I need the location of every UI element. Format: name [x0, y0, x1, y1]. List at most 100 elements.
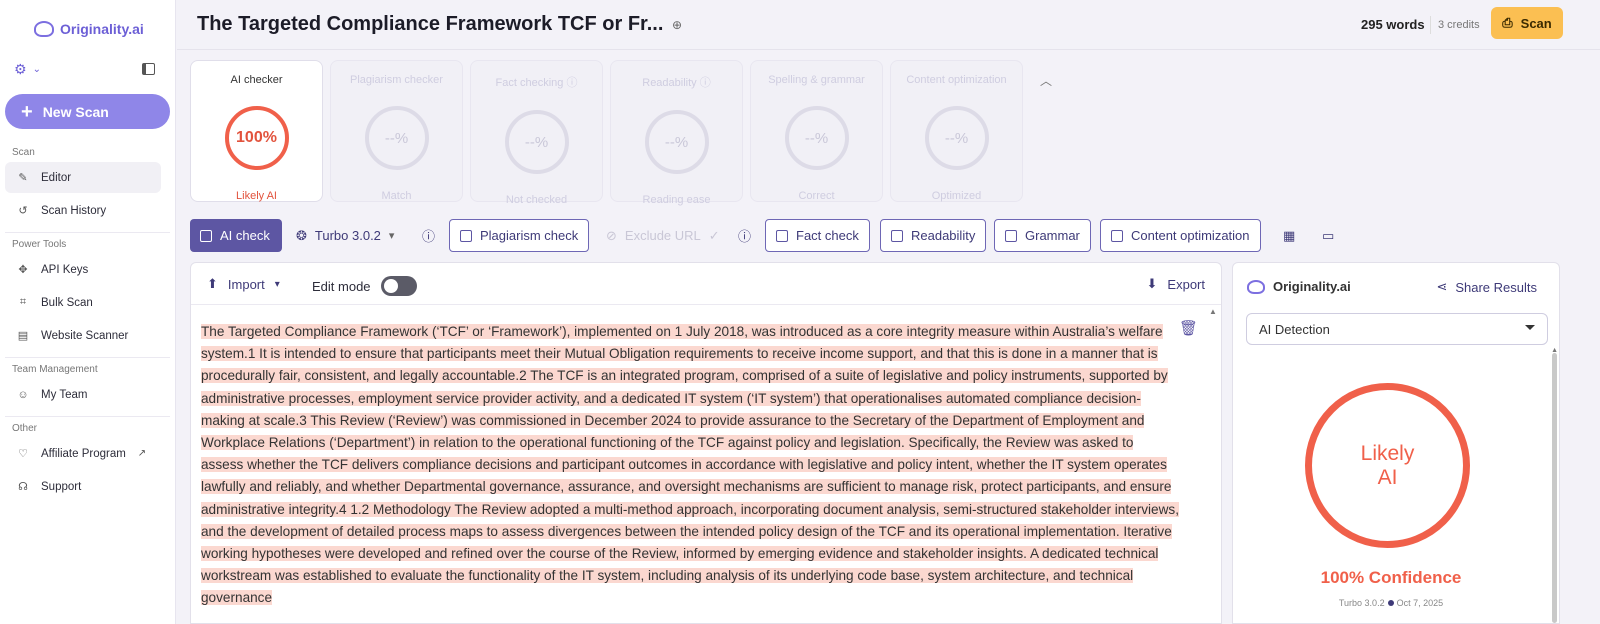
- divider: [5, 416, 170, 417]
- card-title: Fact checking ⓘ: [495, 77, 578, 89]
- trash-icon[interactable]: 🗑: [1179, 319, 1198, 337]
- history-icon: ↺: [18, 205, 28, 217]
- results-panel: Originality.ai ⋖ Share Results AI Detect…: [1232, 262, 1560, 624]
- card-title: Readability ⓘ: [642, 77, 711, 89]
- plagiarism-check-toggle[interactable]: Plagiarism check: [449, 219, 590, 252]
- editor-header: ⬆ Import ▾ Edit mode ⬇ Export: [191, 263, 1221, 305]
- card-fact-checking[interactable]: Fact checking ⓘ --% Not checked: [470, 60, 603, 206]
- divider: [5, 357, 170, 358]
- checkbox-icon: [1111, 229, 1123, 242]
- section-label-power-tools: Power Tools: [12, 239, 67, 250]
- card-title: AI checker: [230, 74, 283, 86]
- collapse-sidebar-icon[interactable]: [142, 63, 155, 75]
- external-link-icon: ↗: [137, 448, 147, 459]
- chevron-up-icon[interactable]: ︿: [1040, 72, 1052, 89]
- model-select[interactable]: ❂ Turbo 3.0.2 ▾: [296, 219, 394, 252]
- card-status: Reading ease: [642, 194, 711, 206]
- sidebar-item-label: Editor: [41, 171, 72, 184]
- brand-logo[interactable]: Originality.ai: [0, 0, 175, 44]
- card-status: Optimized: [931, 190, 982, 202]
- card-status: Not checked: [505, 194, 568, 206]
- heart-icon: ♡: [18, 448, 28, 460]
- info-icon[interactable]: ⓘ: [738, 219, 751, 252]
- sidebar-item-website-scanner[interactable]: ▤ Website Scanner: [5, 320, 161, 351]
- word-count: 295 words: [1361, 17, 1425, 32]
- fact-check-toggle[interactable]: Fact check: [765, 219, 870, 252]
- sidebar-item-label: Scan History: [41, 204, 107, 217]
- ai-check-toggle[interactable]: AI check: [190, 219, 282, 252]
- card-content-optimization[interactable]: Content optimization --% Optimized: [890, 60, 1023, 202]
- exclude-url-toggle[interactable]: ⊘ Exclude URL ✓: [606, 219, 720, 252]
- caret-down-icon: [1525, 325, 1535, 330]
- share-results-button[interactable]: ⋖ Share Results: [1436, 279, 1537, 295]
- checkbox-icon: [776, 229, 788, 242]
- settings-row: ⚙ ⌄: [0, 44, 175, 84]
- sidebar-item-affiliate-program[interactable]: ♡ Affiliate Program ↗: [5, 438, 161, 469]
- detection-type-select[interactable]: AI Detection: [1246, 313, 1548, 345]
- sidebar: Originality.ai ⚙ ⌄ + New Scan Scan ✎ Edit…: [0, 0, 176, 624]
- settings-dropdown[interactable]: ⚙ ⌄: [14, 61, 41, 78]
- calendar-icon[interactable]: ▦: [1283, 219, 1295, 252]
- card-status: Likely AI: [236, 190, 277, 202]
- brain-logo-icon: [34, 21, 54, 37]
- sidebar-item-label: Website Scanner: [41, 329, 129, 342]
- card-plagiarism-checker[interactable]: Plagiarism checker --% Match: [330, 60, 463, 202]
- content-optimization-label: Content optimization: [1131, 228, 1250, 243]
- content-optimization-toggle[interactable]: Content optimization: [1100, 219, 1261, 252]
- info-icon[interactable]: ⓘ: [422, 219, 435, 252]
- scroll-up-arrow[interactable]: ▲: [1209, 307, 1217, 316]
- sidebar-item-scan-history[interactable]: ↺ Scan History: [5, 195, 161, 226]
- sidebar-item-label: My Team: [41, 388, 88, 401]
- card-spelling-grammar[interactable]: Spelling & grammar --% Correct: [750, 60, 883, 202]
- readability-toggle[interactable]: Readability: [880, 219, 987, 252]
- caret-down-icon: ▾: [388, 230, 395, 242]
- new-scan-label: New Scan: [42, 103, 109, 120]
- card-title: Plagiarism checker: [350, 74, 443, 86]
- score-ring: --%: [784, 106, 849, 170]
- sidebar-item-support[interactable]: ☊ Support: [5, 471, 161, 502]
- model-version: Turbo 3.0.2: [1338, 598, 1385, 608]
- document-text[interactable]: The Targeted Compliance Framework (‘TCF’…: [201, 321, 1179, 610]
- scrollbar[interactable]: [1552, 353, 1557, 623]
- download-icon: ⬇: [1146, 276, 1158, 291]
- card-ai-checker[interactable]: AI checker 100% Likely AI: [190, 60, 323, 202]
- card-status: Match: [381, 190, 412, 202]
- page-title[interactable]: The Targeted Compliance Framework TCF or…: [197, 13, 663, 36]
- brain-logo-icon: [1247, 279, 1265, 294]
- scan-button[interactable]: ⎙ Scan: [1491, 7, 1563, 39]
- bulk-scan-icon: ⌗: [19, 296, 27, 308]
- grammar-label: Grammar: [1025, 228, 1080, 243]
- import-dropdown[interactable]: ⬆ Import ▾: [207, 276, 280, 292]
- export-button[interactable]: ⬇ Export: [1147, 276, 1205, 292]
- result-line-1: Likely: [1360, 441, 1415, 465]
- model-label: Turbo 3.0.2: [314, 228, 381, 243]
- dot-separator: [1387, 600, 1394, 606]
- text-editor: ⬆ Import ▾ Edit mode ⬇ Export ▲ 🗑 The Ta…: [190, 262, 1222, 624]
- divider: [5, 232, 170, 233]
- add-user-icon: ☺: [17, 388, 29, 401]
- checkbox-checked-icon: [200, 229, 212, 242]
- sidebar-item-label: Affiliate Program: [41, 447, 126, 460]
- new-scan-button[interactable]: + New Scan: [5, 94, 170, 129]
- gear-icon: ⚙: [14, 60, 27, 77]
- edit-mode-toggle[interactable]: [380, 276, 417, 296]
- credit-count: 3 credits: [1438, 19, 1480, 31]
- sidebar-item-api-keys[interactable]: ✥ API Keys: [5, 254, 161, 285]
- divider: [1430, 16, 1431, 34]
- grammar-toggle[interactable]: Grammar: [994, 219, 1091, 252]
- section-label-team-management: Team Management: [12, 364, 98, 375]
- sidebar-item-bulk-scan[interactable]: ⌗ Bulk Scan: [5, 287, 161, 318]
- score-ring: --%: [364, 106, 429, 170]
- scan-date: Oct 7, 2025: [1396, 598, 1444, 608]
- headset-icon: ☊: [18, 481, 28, 493]
- import-label: Import: [227, 276, 265, 292]
- link-off-icon: ⊘: [606, 227, 617, 243]
- comment-icon[interactable]: ▭: [1322, 219, 1334, 252]
- card-status: Correct: [798, 190, 835, 202]
- sidebar-item-editor[interactable]: ✎ Editor: [5, 162, 161, 193]
- sidebar-item-my-team[interactable]: ☺ My Team: [5, 379, 161, 410]
- check-icon: ✓: [708, 227, 720, 243]
- add-circle-icon[interactable]: ⊕: [672, 18, 682, 32]
- brand-name: Originality.ai: [60, 21, 144, 37]
- card-readability[interactable]: Readability ⓘ --% Reading ease: [610, 60, 743, 206]
